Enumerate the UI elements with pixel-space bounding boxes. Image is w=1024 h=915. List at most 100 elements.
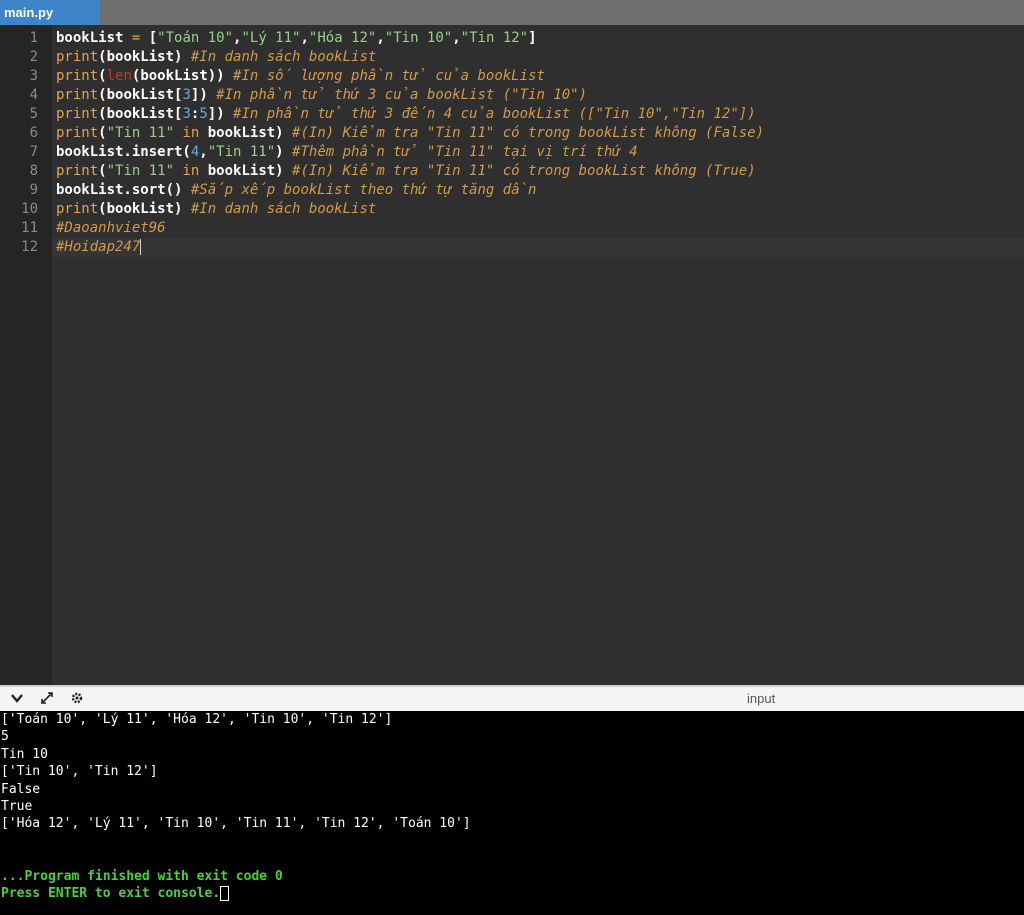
code-token: =	[123, 30, 149, 46]
code-token: print	[56, 87, 99, 103]
code-line-text: #Daoanhviet96	[56, 219, 166, 238]
code-token: 5	[199, 106, 208, 122]
line-number: 6	[29, 125, 38, 141]
settings-icon[interactable]	[68, 691, 86, 709]
code-token: #In danh sách bookList	[182, 201, 377, 217]
expand-icon[interactable]	[38, 691, 56, 709]
code-token: (bookList)	[98, 49, 183, 65]
code-token: print	[56, 68, 99, 84]
code-line[interactable]: print(bookList[3]) #In phần tử thứ 3 của…	[52, 86, 1024, 105]
console-output[interactable]: ['Toán 10', 'Lý 11', 'Hóa 12', 'Tin 10',…	[0, 711, 1024, 915]
code-token: 3	[182, 106, 191, 122]
code-area[interactable]: bookList = ["Toán 10","Lý 11","Hóa 12","…	[52, 25, 1024, 685]
code-line-text: #Hoidap247	[56, 238, 142, 257]
code-token: len	[106, 68, 132, 84]
line-number: 10	[21, 201, 38, 217]
code-token: ,	[452, 30, 461, 46]
code-token: print	[56, 125, 99, 141]
code-token: ]	[528, 30, 537, 46]
code-token: "Tin 12"	[460, 30, 529, 46]
code-token: ])	[207, 106, 225, 122]
code-line[interactable]: bookList.sort() #Sắp xếp bookList theo t…	[52, 181, 1024, 200]
chevron-down-icon[interactable]	[8, 691, 26, 709]
code-token: (	[98, 125, 107, 141]
code-line[interactable]: #Daoanhviet96	[52, 219, 1024, 238]
code-line[interactable]: #Hoidap247	[52, 238, 1024, 257]
code-line[interactable]: bookList.insert(4,"Tin 11") #Thêm phần t…	[52, 143, 1024, 162]
code-token: (bookList)	[98, 201, 183, 217]
tab-main-py[interactable]: main.py	[0, 0, 100, 25]
code-token: ,	[300, 30, 309, 46]
code-line[interactable]: print("Tin 11" in bookList) #(In) Kiểm t…	[52, 124, 1024, 143]
code-line[interactable]: print("Tin 11" in bookList) #(In) Kiểm t…	[52, 162, 1024, 181]
code-token: (bookList[	[98, 106, 183, 122]
code-token: "Tin 10"	[384, 30, 453, 46]
code-line-text: bookList.insert(4,"Tin 11") #Thêm phần t…	[56, 143, 638, 162]
code-line-text: bookList.sort() #Sắp xếp bookList theo t…	[56, 181, 536, 200]
code-token: #(In) Kiểm tra "Tin 11" có trong bookLis…	[283, 125, 765, 141]
line-number: 3	[29, 68, 38, 84]
line-number: 2	[29, 49, 38, 65]
code-token: print	[56, 106, 99, 122]
code-line-text: bookList = ["Toán 10","Lý 11","Hóa 12","…	[56, 29, 537, 48]
code-token: in	[174, 125, 208, 141]
code-line-text: print("Tin 11" in bookList) #(In) Kiểm t…	[56, 162, 756, 181]
code-line[interactable]: print(bookList[3:5]) #In phần tử thứ 3 đ…	[52, 105, 1024, 124]
console-line: Tin 10	[1, 746, 48, 762]
code-token: bookList.sort()	[56, 182, 183, 198]
code-token: 3	[182, 87, 191, 103]
code-token: #Sắp xếp bookList theo thứ tự tăng dần	[182, 182, 537, 198]
line-number: 4	[29, 87, 38, 103]
code-token: "Tin 11"	[106, 125, 175, 141]
console-line: ...Program finished with exit code 0	[1, 868, 283, 884]
code-token: "Hóa 12"	[308, 30, 377, 46]
code-token: ,	[376, 30, 385, 46]
line-number: 5	[29, 106, 38, 122]
code-line-text: print(bookList[3:5]) #In phần tử thứ 3 đ…	[56, 105, 756, 124]
code-token: print	[56, 201, 99, 217]
code-token: (bookList[	[98, 87, 183, 103]
console-toolbar: input	[0, 685, 1024, 711]
code-line[interactable]: print(bookList) #In danh sách bookList	[52, 48, 1024, 67]
code-token: #In danh sách bookList	[182, 49, 377, 65]
code-token: (	[98, 68, 107, 84]
code-token: "Toán 10"	[157, 30, 234, 46]
code-line[interactable]: print(bookList) #In danh sách bookList	[52, 200, 1024, 219]
code-token: #Hoidap247	[56, 239, 141, 255]
code-line[interactable]: bookList = ["Toán 10","Lý 11","Hóa 12","…	[52, 29, 1024, 48]
code-line-text: print(bookList[3]) #In phần tử thứ 3 của…	[56, 86, 587, 105]
line-number: 12	[21, 239, 38, 255]
code-token: #In phần tử thứ 3 của bookList ("Tin 10"…	[207, 87, 588, 103]
code-token: (bookList))	[131, 68, 225, 84]
console-line: ['Tin 10', 'Tin 12']	[1, 764, 158, 780]
code-token: ])	[190, 87, 208, 103]
console-line: True	[1, 799, 33, 814]
text-cursor	[140, 239, 142, 255]
code-token: #Thêm phần tử "Tin 11" tại vị trí thứ 4	[283, 144, 638, 160]
console-line: False	[1, 781, 41, 797]
console-line: ['Hóa 12', 'Lý 11', 'Tin 10', 'Tin 11', …	[1, 816, 471, 832]
line-number: 7	[29, 144, 38, 160]
code-token: )	[275, 144, 284, 160]
code-token: #(In) Kiểm tra "Tin 11" có trong bookLis…	[283, 163, 756, 179]
code-token: #In số lượng phần tử của bookList	[224, 68, 545, 84]
console-input-label[interactable]: input	[747, 691, 775, 706]
code-token: print	[56, 49, 99, 65]
code-token: ,	[199, 144, 208, 160]
code-token: bookList)	[207, 163, 284, 179]
code-editor[interactable]: 1 2 3 4 5 6 7 8 9 10 11 12 bookList = ["Toán 10","L…	[0, 25, 1024, 685]
console-line: ['Toán 10', 'Lý 11', 'Hóa 12', 'Tin 10',…	[1, 712, 393, 727]
code-line-text: print(bookList) #In danh sách bookList	[56, 48, 376, 67]
code-token: "Tin 11"	[207, 144, 276, 160]
code-token: (	[98, 163, 107, 179]
code-line[interactable]: print(len(bookList)) #In số lượng phần t…	[52, 67, 1024, 86]
code-token: "Tin 11"	[106, 163, 175, 179]
console-line: 5	[1, 729, 9, 745]
code-line-text: print(len(bookList)) #In số lượng phần t…	[56, 67, 545, 86]
code-token: [	[148, 30, 158, 46]
console-cursor	[220, 886, 230, 901]
code-token: bookList)	[207, 125, 284, 141]
line-number: 8	[29, 163, 38, 179]
tab-bar: main.py	[0, 0, 1024, 25]
code-token: bookList.insert(	[56, 144, 191, 160]
